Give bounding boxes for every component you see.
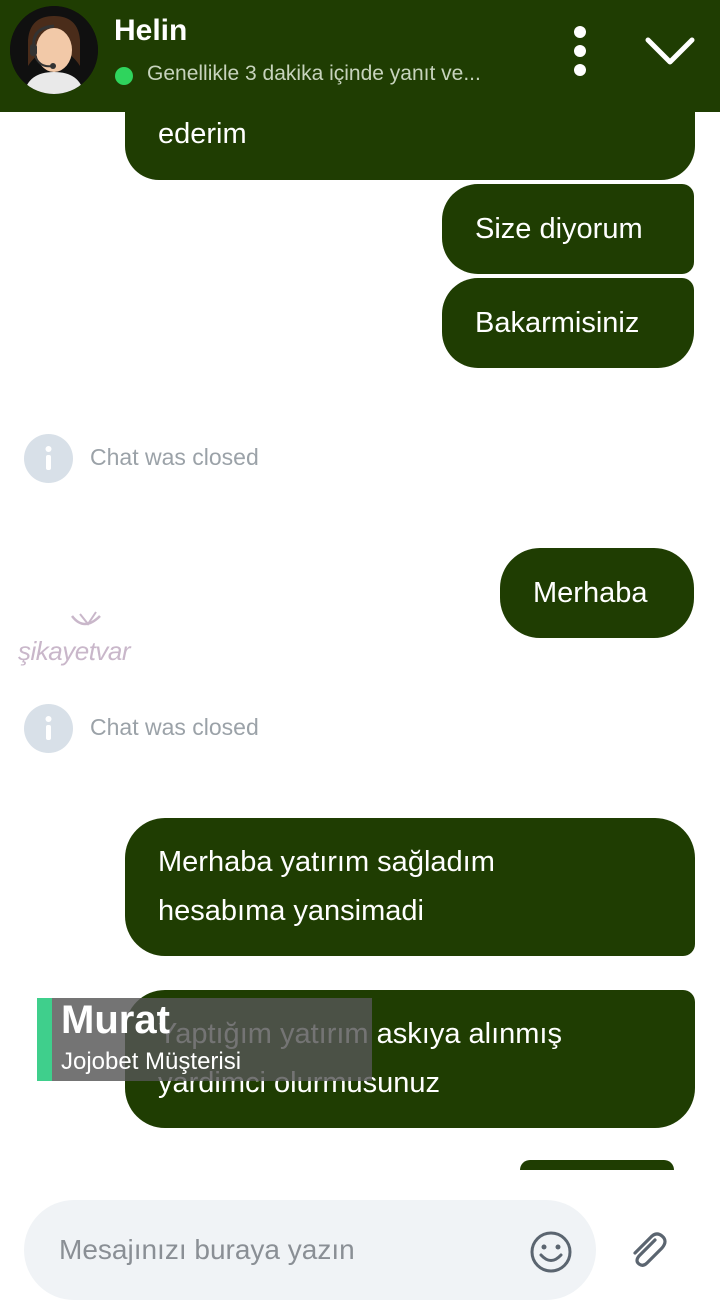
message-text-line: hesabıma yansimadi	[158, 895, 424, 927]
user-message: ederim	[125, 100, 695, 180]
message-composer	[24, 1200, 596, 1300]
online-status-dot	[115, 67, 133, 85]
partial-message	[520, 1160, 674, 1170]
message-text: Merhaba	[533, 577, 648, 609]
user-message: Merhaba yatırım sağladım hesabıma yansim…	[125, 818, 695, 956]
message-text: Size diyorum	[475, 213, 643, 245]
watermark-text: şikayetvar	[18, 636, 131, 666]
system-message: Chat was closed	[24, 704, 324, 754]
user-message: Size diyorum	[442, 184, 694, 274]
agent-name: Helin	[114, 14, 188, 47]
chevron-down-icon	[645, 37, 695, 65]
chat-header: Helin Genellikle 3 dakika içinde yanıt v…	[0, 0, 720, 112]
user-message: Bakarmisiniz	[442, 278, 694, 368]
attach-file-button[interactable]	[625, 1228, 671, 1274]
collapse-chat-button[interactable]	[640, 30, 700, 74]
message-input[interactable]	[57, 1224, 521, 1276]
speaker-name: Murat	[61, 998, 170, 1042]
more-vertical-icon	[574, 26, 586, 76]
system-message: Chat was closed	[24, 434, 324, 484]
emoji-button[interactable]	[529, 1230, 573, 1274]
message-text-line: Merhaba yatırım sağladım	[158, 846, 495, 878]
user-message: Merhaba	[500, 548, 694, 638]
more-options-button[interactable]	[566, 24, 594, 80]
watermark-logo-icon	[71, 611, 101, 626]
paperclip-icon	[633, 1232, 667, 1267]
video-lower-third: Murat Jojobet Müşterisi	[37, 998, 372, 1081]
message-text: Bakarmisiniz	[475, 307, 640, 339]
info-icon	[24, 434, 73, 483]
smiley-icon	[530, 1231, 572, 1273]
info-icon	[24, 704, 73, 753]
message-text: ederim	[158, 118, 247, 150]
lower-third-accent	[37, 998, 52, 1081]
sikayetvar-watermark: şikayetvar	[16, 610, 156, 670]
system-message-text: Chat was closed	[90, 714, 259, 740]
speaker-subtitle: Jojobet Müşterisi	[61, 1048, 242, 1075]
agent-avatar	[10, 6, 98, 94]
system-message-text: Chat was closed	[90, 444, 259, 470]
response-time-status: Genellikle 3 dakika içinde yanıt ve...	[147, 62, 481, 85]
